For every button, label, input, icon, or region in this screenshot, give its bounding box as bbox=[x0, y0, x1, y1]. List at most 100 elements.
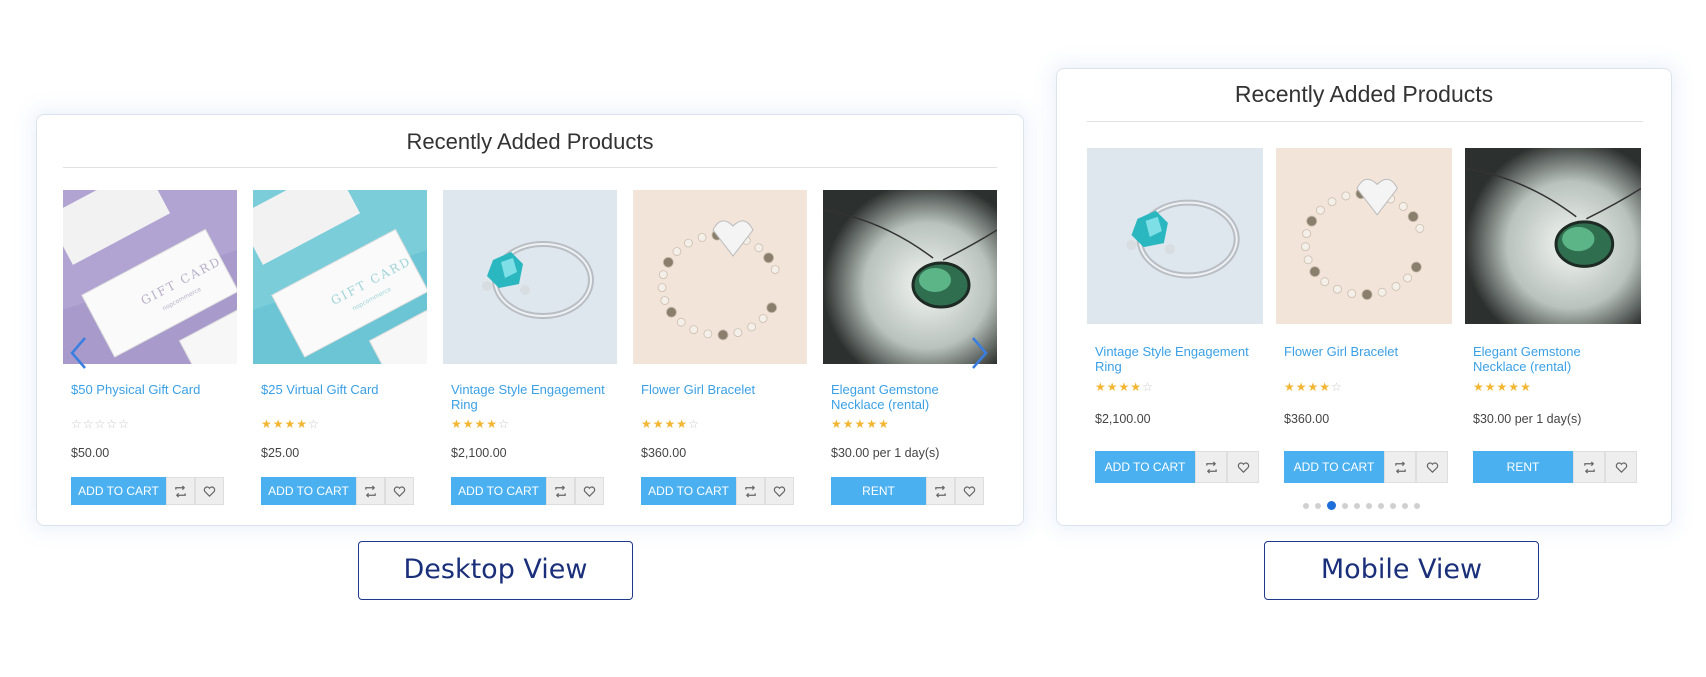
product-price: $30.00 per 1 day(s) bbox=[1473, 412, 1582, 426]
star-icon: ★ bbox=[831, 417, 843, 431]
star-icon: ★ bbox=[1118, 380, 1131, 394]
star-icon: ★ bbox=[451, 417, 463, 431]
star-icon: ☆ bbox=[1142, 380, 1154, 394]
star-icon: ★ bbox=[272, 417, 285, 431]
pagination-dot[interactable] bbox=[1315, 502, 1321, 509]
product-price: $50.00 bbox=[71, 446, 110, 460]
heart-icon[interactable] bbox=[765, 477, 794, 505]
product-price: $360.00 bbox=[641, 446, 687, 460]
product-card: Elegant Gemstone Necklace (rental) ★★★★★ $… bbox=[1465, 148, 1641, 488]
star-icon: ★ bbox=[652, 417, 665, 431]
star-icon: ☆ bbox=[82, 417, 95, 431]
pagination-dot[interactable] bbox=[1414, 502, 1420, 509]
star-icon: ☆ bbox=[106, 417, 119, 431]
star-icon: ★ bbox=[1496, 380, 1509, 394]
product-price: $2,100.00 bbox=[1095, 412, 1151, 426]
compare-icon[interactable] bbox=[736, 477, 765, 505]
heart-icon[interactable] bbox=[195, 477, 224, 505]
mobile-carousel-panel: Recently Added Products Vintage Style En… bbox=[1056, 68, 1672, 526]
heart-icon[interactable] bbox=[955, 477, 984, 505]
pagination-dot[interactable] bbox=[1327, 501, 1336, 510]
star-icon: ★ bbox=[462, 417, 475, 431]
add-to-cart-button[interactable]: ADD TO CART bbox=[71, 477, 166, 505]
star-rating: ★★★★★ bbox=[1473, 381, 1532, 393]
star-icon: ★ bbox=[1473, 380, 1485, 394]
star-icon: ★ bbox=[676, 417, 689, 431]
product-card: Vintage Style Engagement Ring ★★★★☆ $2,100… bbox=[443, 190, 617, 505]
star-icon: ★ bbox=[866, 417, 879, 431]
pagination-dot[interactable] bbox=[1366, 502, 1372, 509]
rent-button[interactable]: RENT bbox=[1473, 451, 1573, 483]
compare-icon[interactable] bbox=[926, 477, 955, 505]
compare-icon[interactable] bbox=[1573, 451, 1605, 483]
product-price: $2,100.00 bbox=[451, 446, 507, 460]
compare-icon[interactable] bbox=[546, 477, 575, 505]
star-rating: ☆☆☆☆☆ bbox=[71, 418, 130, 430]
star-icon: ★ bbox=[854, 417, 867, 431]
product-name-link[interactable]: Vintage Style Engagement Ring bbox=[1095, 344, 1255, 374]
star-icon: ★ bbox=[1095, 380, 1107, 394]
product-image[interactable] bbox=[1276, 148, 1452, 324]
product-name-link[interactable]: $25 Virtual Gift Card bbox=[261, 382, 419, 397]
product-name-link[interactable]: Elegant Gemstone Necklace (rental) bbox=[1473, 344, 1633, 374]
section-title: Recently Added Products bbox=[1234, 81, 1494, 107]
rent-button[interactable]: RENT bbox=[831, 477, 926, 505]
pagination-dot[interactable] bbox=[1402, 502, 1408, 509]
star-icon: ★ bbox=[296, 417, 309, 431]
compare-icon[interactable] bbox=[166, 477, 195, 505]
add-to-cart-button[interactable]: ADD TO CART bbox=[451, 477, 546, 505]
product-name-link[interactable]: Flower Girl Bracelet bbox=[1284, 344, 1444, 359]
star-icon: ☆ bbox=[498, 417, 510, 431]
star-icon: ★ bbox=[486, 417, 499, 431]
product-name-link[interactable]: Elegant Gemstone Necklace (rental) bbox=[831, 382, 989, 412]
star-icon: ☆ bbox=[94, 417, 107, 431]
star-rating: ★★★★☆ bbox=[1284, 381, 1343, 393]
star-icon: ★ bbox=[1484, 380, 1497, 394]
star-icon: ☆ bbox=[308, 417, 320, 431]
product-image[interactable] bbox=[1087, 148, 1263, 324]
star-rating: ★★★★☆ bbox=[1095, 381, 1154, 393]
pagination-dot[interactable] bbox=[1354, 502, 1360, 509]
star-icon: ★ bbox=[878, 417, 890, 431]
pagination-dot[interactable] bbox=[1342, 502, 1348, 509]
chevron-right-icon[interactable] bbox=[967, 335, 991, 371]
heart-icon[interactable] bbox=[385, 477, 414, 505]
star-icon: ★ bbox=[1106, 380, 1119, 394]
star-icon: ☆ bbox=[688, 417, 700, 431]
heart-icon[interactable] bbox=[1416, 451, 1448, 483]
product-card: GIFT CARD nopcommerce $25 Virtual Gift C… bbox=[253, 190, 427, 505]
compare-icon[interactable] bbox=[356, 477, 385, 505]
desktop-view-caption: Desktop View bbox=[358, 541, 633, 600]
star-icon: ★ bbox=[1508, 380, 1521, 394]
heart-icon[interactable] bbox=[575, 477, 604, 505]
compare-icon[interactable] bbox=[1195, 451, 1227, 483]
add-to-cart-button[interactable]: ADD TO CART bbox=[1284, 451, 1384, 483]
compare-icon[interactable] bbox=[1384, 451, 1416, 483]
add-to-cart-button[interactable]: ADD TO CART bbox=[261, 477, 356, 505]
star-icon: ☆ bbox=[1331, 380, 1343, 394]
product-name-link[interactable]: Vintage Style Engagement Ring bbox=[451, 382, 609, 412]
heart-icon[interactable] bbox=[1227, 451, 1259, 483]
star-icon: ★ bbox=[284, 417, 297, 431]
product-name-link[interactable]: $50 Physical Gift Card bbox=[71, 382, 229, 397]
product-image[interactable] bbox=[443, 190, 617, 364]
add-to-cart-button[interactable]: ADD TO CART bbox=[641, 477, 736, 505]
pagination-dot[interactable] bbox=[1378, 502, 1384, 509]
heart-icon[interactable] bbox=[1605, 451, 1637, 483]
chevron-left-icon[interactable] bbox=[67, 335, 91, 371]
star-icon: ★ bbox=[261, 417, 273, 431]
star-rating: ★★★★☆ bbox=[261, 418, 320, 430]
product-card: Flower Girl Bracelet ★★★★☆ $360.00 ADD TO C… bbox=[633, 190, 807, 505]
product-image[interactable]: GIFT CARD nopcommerce bbox=[253, 190, 427, 364]
product-card: Vintage Style Engagement Ring ★★★★☆ $2,100… bbox=[1087, 148, 1263, 488]
star-icon: ★ bbox=[842, 417, 855, 431]
product-image[interactable] bbox=[1465, 148, 1641, 324]
pagination-dot[interactable] bbox=[1303, 502, 1309, 509]
title-divider bbox=[63, 167, 997, 168]
section-title: Recently Added Products bbox=[406, 129, 654, 154]
product-name-link[interactable]: Flower Girl Bracelet bbox=[641, 382, 799, 397]
add-to-cart-button[interactable]: ADD TO CART bbox=[1095, 451, 1195, 483]
pagination-dot[interactable] bbox=[1390, 502, 1396, 509]
star-icon: ★ bbox=[1295, 380, 1308, 394]
product-image[interactable] bbox=[633, 190, 807, 364]
